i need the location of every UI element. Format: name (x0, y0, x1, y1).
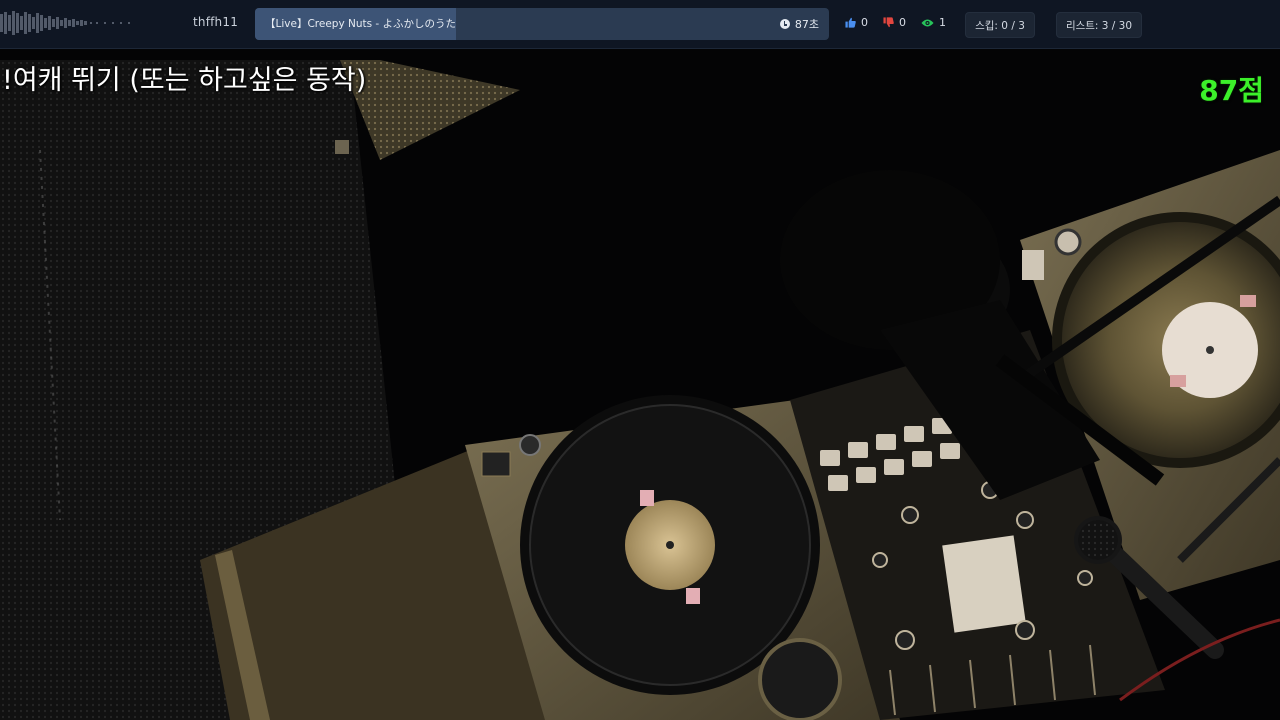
skip-counter[interactable]: 스킵: 0 / 3 (965, 12, 1035, 38)
viewer-count-value: 1 (939, 16, 946, 29)
dislike-count: 0 (899, 16, 906, 29)
username-label: thffh11 (193, 15, 239, 29)
score-display: 87점 (1199, 74, 1264, 107)
audio-waveform-icon (0, 11, 130, 35)
dislike-button[interactable]: 0 (883, 16, 906, 29)
video-player[interactable]: !여캐 뛰기 (또는 하고싶은 동작) 87점 (0, 49, 1280, 720)
playlist-counter[interactable]: 리스트: 3 / 30 (1056, 12, 1142, 38)
like-button[interactable]: 0 (845, 16, 868, 29)
viewer-count: 1 (921, 16, 946, 29)
song-timer: 87초 (779, 16, 819, 32)
song-title: 【Live】Creepy Nuts - よふかしのうた (265, 18, 457, 30)
thumbs-up-icon (845, 17, 856, 28)
thumbs-down-icon (883, 17, 894, 28)
eye-icon (921, 19, 934, 26)
top-bar: thffh11 【Live】Creepy Nuts - よふかしのうた 87초 … (0, 0, 1280, 49)
command-overlay-text: !여캐 뛰기 (또는 하고싶은 동작) (2, 65, 367, 96)
clock-icon (779, 19, 790, 29)
now-playing-bar[interactable]: 【Live】Creepy Nuts - よふかしのうた 87초 (255, 8, 829, 40)
like-count: 0 (861, 16, 868, 29)
video-frame-dj-setup (0, 49, 1280, 720)
time-left-label: 87초 (794, 18, 819, 31)
